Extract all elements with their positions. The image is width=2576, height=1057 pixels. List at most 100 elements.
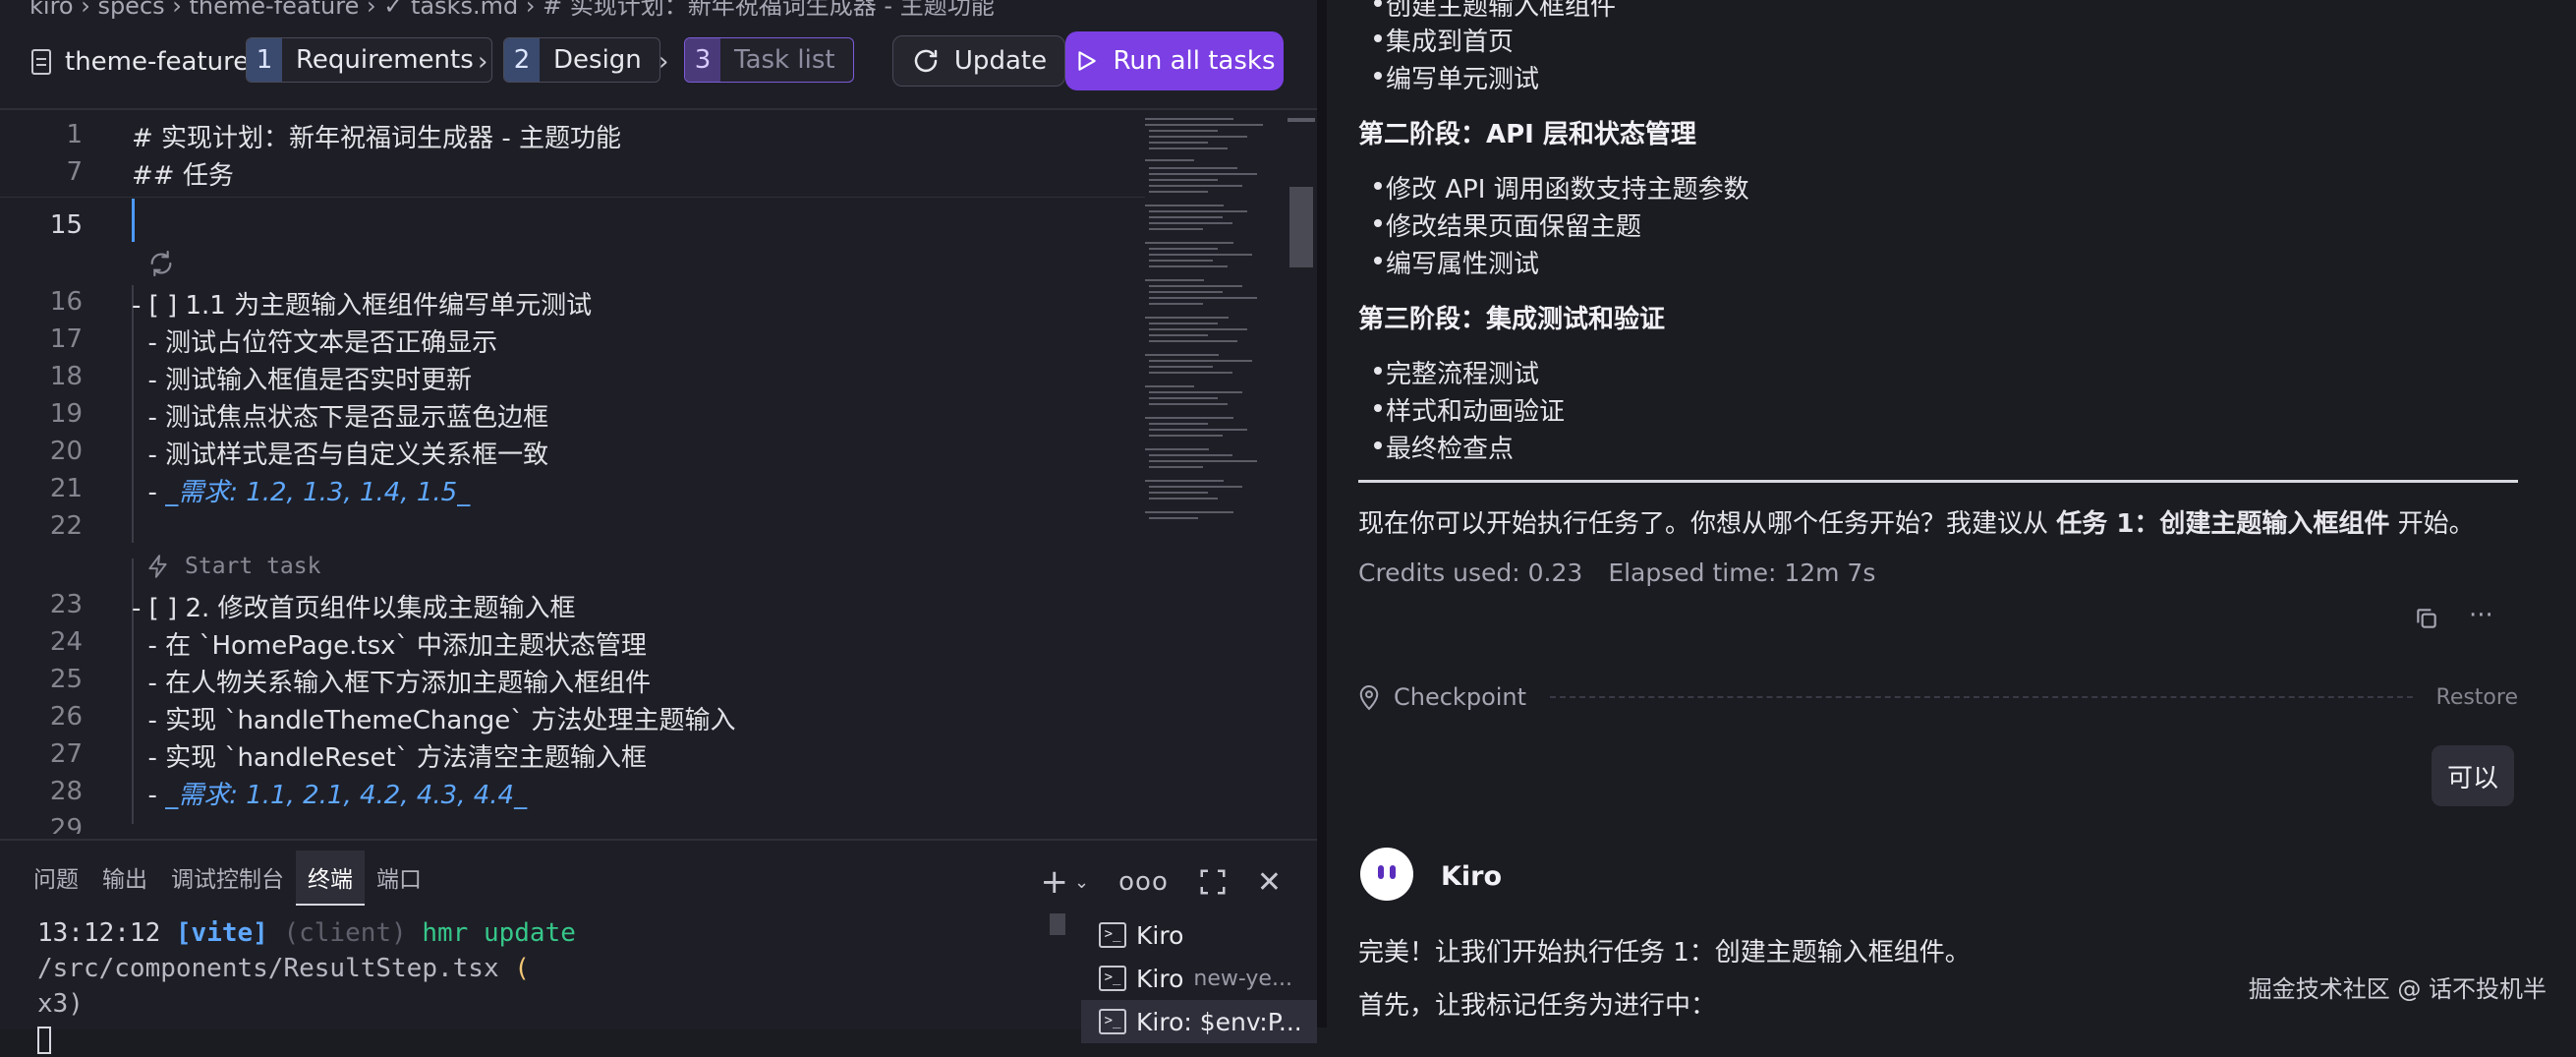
suggestion-task: 任务 1：创建主题输入框组件 [2056,509,2390,539]
copy-icon[interactable] [2414,606,2439,631]
text-cursor [132,199,135,242]
task-1-1[interactable]: - [ ] 1.1 为主题输入框组件编写单元测试 [132,285,592,322]
terminal-subtitle: new-ye... [1193,966,1292,991]
code-line[interactable]: - 实现 `handleReset` 方法清空主题输入框 [132,737,647,774]
line-number: 16 [49,287,83,317]
editor-scrollbar-thumb[interactable] [1289,187,1313,267]
tab-problems[interactable]: 问题 [22,851,90,906]
terminal-path: /src/components/ResultStep.tsx [37,954,499,983]
step-number: 3 [685,38,720,82]
step-label: Requirements [296,45,474,75]
line-number: 19 [49,399,83,429]
checkpoint-divider [1550,696,2413,698]
terminal-item[interactable]: >_ Kiro [1081,913,1317,957]
line-number: 7 [66,157,83,187]
task-status-lens[interactable] [145,248,177,279]
tab-terminal[interactable]: 终端 [296,851,365,906]
terminal-paren: ( [514,954,530,983]
sticky-heading-1[interactable]: # 实现计划：新年祝福词生成器 - 主题功能 [132,118,621,154]
checkpoint-row: Checkpoint Restore [1358,682,2518,712]
tab-ports[interactable]: 端口 [365,851,433,906]
chat-pane: 创建主题输入框组件 集成到首页 编写单元测试 第二阶段：API 层和状态管理 修… [1327,0,2576,1028]
chevron-right-icon: › [658,47,669,77]
spec-toolbar: theme-feature 1 Requirements › 2 Design … [0,28,1317,96]
restore-button[interactable]: Restore [2436,685,2518,710]
code-line[interactable]: - 测试输入框值是否实时更新 [132,360,473,396]
maximize-icon[interactable] [1198,867,1228,897]
line-number: 28 [49,777,83,806]
panel-tabs: 问题 输出 调试控制台 终端 端口 [22,851,433,906]
code-line[interactable]: - 在人物关系输入框下方添加主题输入框组件 [132,663,652,699]
more-options-icon[interactable]: ··· [2469,603,2493,631]
line-number: 20 [49,437,83,466]
start-task-lens[interactable]: Start task [145,553,320,580]
sync-icon [150,250,172,277]
step-number: 1 [247,38,282,82]
run-all-tasks-button[interactable]: Run all tasks [1065,31,1284,90]
chevron-right-icon: › [478,47,488,77]
step-number: 2 [504,38,540,82]
close-icon[interactable]: ✕ [1257,865,1282,900]
assistant-reply: 首先，让我标记任务为进行中： [1358,991,1717,1021]
line-number: 18 [49,362,83,391]
phase-heading: 第二阶段：API 层和状态管理 [1358,120,1696,149]
terminal-name: Kiro [1136,920,1184,950]
code-line[interactable]: - 在 `HomePage.tsx` 中添加主题状态管理 [132,625,647,662]
start-task-label: Start task [185,554,321,579]
pane-splitter[interactable] [1317,0,1327,1028]
list-item: 创建主题输入框组件 [1373,0,1616,23]
step-task-list[interactable]: 3 Task list [684,37,854,83]
code-line[interactable]: - 测试样式是否与自定义关系框一致 [132,435,549,471]
more-icon[interactable]: ooo [1118,867,1169,897]
new-terminal-button[interactable]: + ⌄ [1041,862,1090,902]
step-requirements[interactable]: 1 Requirements [246,37,492,83]
sticky-heading-2[interactable]: ## 任务 [132,155,234,192]
terminal-count: x3) [37,989,84,1019]
line-number: 21 [49,474,83,503]
task-2[interactable]: - [ ] 2. 修改首页组件以集成主题输入框 [132,588,576,624]
code-line[interactable]: - _需求: 1.1, 2.1, 4.2, 4.3, 4.4_ [132,775,528,811]
terminal-name: Kiro: $env:P... [1136,1007,1302,1036]
code-line[interactable]: - 测试占位符文本是否正确显示 [132,323,498,359]
step-label: Task list [734,45,835,75]
breadcrumb[interactable]: kiro › specs › theme-feature › ✓ tasks.m… [29,0,995,21]
code-line[interactable]: - 实现 `handleThemeChange` 方法处理主题输入 [132,700,736,736]
terminal-item-active[interactable]: >_ Kiro: $env:P... [1081,1000,1317,1043]
terminal-client-tag: (client) [283,918,407,948]
terminal-icon: >_ [1099,1009,1126,1034]
tab-output[interactable]: 输出 [90,851,159,906]
terminal-prompt [37,1022,1050,1057]
spec-file[interactable]: theme-feature [31,41,249,83]
list-item: 编写属性测试 [1373,244,1539,280]
terminal-item[interactable]: >_ Kiro new-ye... [1081,957,1317,1000]
bottom-panel: 问题 输出 调试控制台 终端 端口 + ⌄ ooo ✕ 13:12:12 [vit… [0,839,1317,1054]
minimap[interactable] [1145,116,1283,647]
line-number: 22 [49,511,83,541]
panel-actions: + ⌄ ooo ✕ [1041,862,1282,902]
watermark: 掘金技术社区 @ 话不投机半 [2248,975,2547,1003]
terminal-list: >_ Kiro >_ Kiro new-ye... >_ Kiro: $env:P... [1081,913,1317,1043]
horizontal-rule [1358,480,2518,483]
list-item: 集成到首页 [1373,22,1514,58]
user-message: 可以 [2432,745,2514,806]
list-item: 最终检查点 [1373,429,1514,465]
document-icon [31,49,51,75]
suggestion-text-end: 开始。 [2389,509,2475,539]
terminal-icon: >_ [1099,966,1126,991]
list-item: 完整流程测试 [1373,354,1539,390]
play-icon [1078,51,1097,71]
step-design[interactable]: 2 Design [503,37,660,83]
code-line[interactable]: - _需求: 1.2, 1.3, 1.4, 1.5_ [132,472,471,508]
terminal-vite-tag: [vite] [175,918,268,948]
line-number: 15 [49,210,83,240]
update-button[interactable]: Update [892,35,1065,87]
tab-debug-console[interactable]: 调试控制台 [159,851,296,906]
list-dash: - [132,781,166,810]
code-line[interactable]: - 测试焦点状态下是否显示蓝色边框 [132,397,549,434]
terminal-scrollbar[interactable] [1050,913,1065,935]
line-number: 29 [49,814,83,834]
spec-file-name: theme-feature [65,47,250,77]
terminal-line: x3) [37,986,1050,1022]
list-item: 修改结果页面保留主题 [1373,206,1641,243]
terminal-output[interactable]: 13:12:12 [vite] (client) hmr update /src… [37,915,1050,1057]
